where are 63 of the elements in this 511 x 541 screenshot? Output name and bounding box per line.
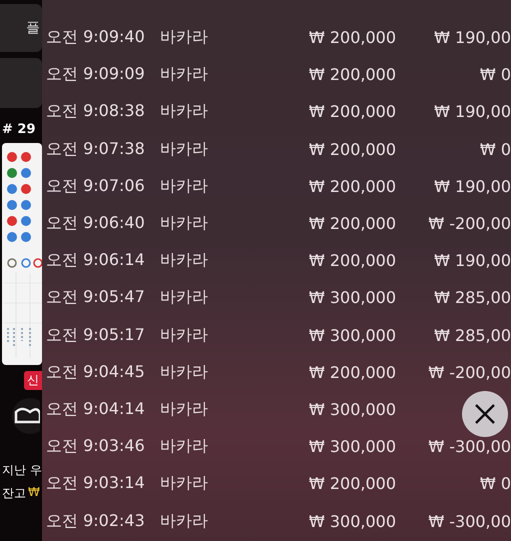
game-cell-text: 바카라 [160, 324, 209, 346]
bet-cell-text: ₩ 300,000 [308, 512, 396, 531]
result-cell-text: ₩ 285,00 [433, 326, 511, 345]
result-cell-text: ₩ 0 [478, 474, 511, 494]
game-cell-text: 바카라 [160, 101, 209, 122]
time-cell-text: 오전 9:02:43 [46, 510, 146, 532]
game-cell-text: 바카라 [160, 398, 209, 420]
game-cell-text: 바카라 [160, 510, 209, 532]
time-cell-text: 오전 9:08:38 [46, 101, 146, 122]
result-cell-text: ₩ 190,00 [433, 251, 511, 270]
bet-cell-text: ₩ 200,000 [308, 176, 396, 196]
time-cell-text: 오전 9:06:14 [46, 250, 146, 272]
result-cell-text: ₩ 0 [478, 140, 511, 159]
game-cell-text: 바카라 [160, 27, 209, 48]
game-cell-text: 바카라 [160, 176, 209, 197]
result-cell-text: ₩ -300,00 [427, 437, 511, 456]
balance-currency: ₩ [28, 485, 40, 501]
time-cell-text: 오전 9:04:14 [46, 398, 146, 420]
time-cell-text: 오전 9:09:40 [46, 27, 146, 48]
menu-tile[interactable] [0, 58, 42, 108]
last-label: 지난 우 [1, 462, 42, 479]
time-cell-text: 오전 9:09:09 [46, 64, 146, 86]
menu-tile[interactable]: 플 [0, 4, 42, 52]
game-cell-text: 바카라 [160, 287, 209, 308]
game-cell-text: 바카라 [160, 64, 209, 86]
result-cell-text: ₩ -200,00 [427, 362, 511, 382]
bet-cell-text: ₩ 200,000 [308, 214, 396, 234]
time-cell-text: 오전 9:07:38 [46, 138, 146, 160]
game-cell-text: 바카라 [160, 362, 209, 383]
bet-cell-text: ₩ 300,000 [308, 288, 396, 308]
bet-cell-text: ₩ 200,000 [308, 28, 396, 48]
bet-cell-text: ₩ 300,000 [308, 400, 396, 419]
time-cell-text: 오전 9:06:40 [46, 213, 146, 234]
balance-label: 잔고 [2, 485, 26, 502]
time-cell-text: 오전 9:03:46 [46, 436, 146, 458]
result-cell-text: ₩ 190,00 [433, 102, 511, 122]
bet-cell-text: ₩ 200,000 [308, 102, 396, 122]
bet-cell-text: ₩ 300,000 [308, 437, 396, 456]
bet-cell-text: ₩ 200,000 [308, 362, 396, 382]
bet-cell-text: ₩ 300,000 [308, 326, 396, 345]
time-cell-text: 오전 9:04:45 [46, 362, 146, 383]
time-cell-text: 오전 9:05:47 [46, 287, 146, 308]
time-cell-text: 오전 9:07:06 [46, 176, 146, 197]
game-cell-text: 바카라 [160, 250, 209, 272]
game-cell-text: 바카라 [160, 138, 209, 160]
time-cell-text: 오전 9:05:17 [46, 324, 146, 346]
bet-cell-text: ₩ 200,000 [308, 140, 396, 159]
new-badge: 신 [24, 371, 42, 390]
result-cell-text: ₩ -200,00 [427, 214, 511, 234]
bet-cell-text: ₩ 200,000 [308, 251, 396, 270]
result-cell-text: ₩ 0 [478, 65, 511, 84]
close-icon [473, 402, 497, 426]
game-cell-text: 바카라 [160, 473, 209, 494]
time-cell-text: 오전 9:03:14 [46, 473, 146, 494]
round-label: # 29 [1, 122, 37, 137]
game-cell-text: 바카라 [160, 213, 209, 234]
result-cell-text: ₩ 190,00 [433, 28, 511, 48]
bet-cell-text: ₩ 200,000 [308, 474, 396, 494]
result-cell-text: ₩ 285,00 [433, 288, 511, 308]
game-cell-text: 바카라 [160, 436, 209, 458]
bet-cell-text: ₩ 200,000 [308, 65, 396, 84]
result-cell-text: ₩ -300,00 [427, 512, 511, 531]
result-cell-text: ₩ 190,00 [433, 176, 511, 196]
